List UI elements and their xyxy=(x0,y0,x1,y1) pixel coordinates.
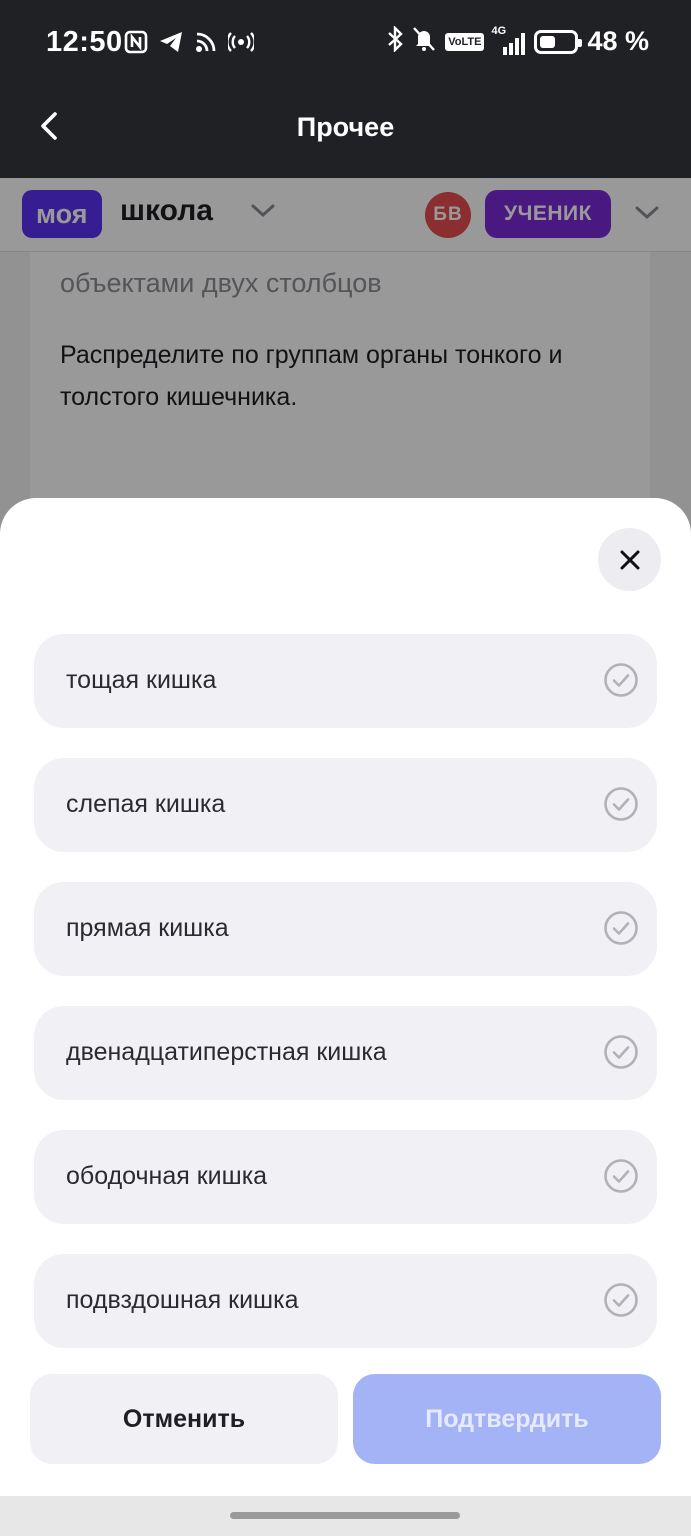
app-header: Прочее xyxy=(0,86,691,178)
option-item[interactable]: прямая кишка xyxy=(34,882,657,976)
nfc-icon xyxy=(124,30,148,59)
status-system-icons: VoLTE 4G 48 % xyxy=(387,25,649,57)
navigation-bar xyxy=(0,1496,691,1536)
confirm-button[interactable]: Подтвердить xyxy=(353,1374,661,1464)
bluetooth-icon xyxy=(387,25,403,57)
hotspot-icon xyxy=(226,30,256,59)
cancel-button[interactable]: Отменить xyxy=(30,1374,338,1464)
option-label: двенадцатиперстная кишка xyxy=(66,1038,387,1066)
option-item[interactable]: слепая кишка xyxy=(34,758,657,852)
check-circle-icon xyxy=(604,663,638,697)
option-label: тощая кишка xyxy=(66,666,217,694)
option-label: слепая кишка xyxy=(66,790,226,818)
muted-bell-icon xyxy=(412,26,436,57)
check-circle-icon xyxy=(604,1159,638,1193)
option-item[interactable]: тощая кишка xyxy=(34,634,657,728)
check-circle-icon xyxy=(604,787,638,821)
option-item[interactable]: ободочная кишка xyxy=(34,1130,657,1224)
status-time: 12:50 xyxy=(46,26,123,58)
option-item[interactable]: двенадцатиперстная кишка xyxy=(34,1006,657,1100)
option-label: подвздошная кишка xyxy=(66,1286,299,1314)
page-title: Прочее xyxy=(296,112,395,142)
close-icon xyxy=(620,550,639,569)
status-bar: 12:50 VoLTE 4G 48 % xyxy=(0,0,691,86)
bottom-sheet: тощая кишка слепая кишка прямая кишка дв… xyxy=(0,498,691,1496)
signal-icon: 4G xyxy=(491,25,526,55)
check-circle-icon xyxy=(604,911,638,945)
status-notification-icons xyxy=(124,30,256,59)
check-circle-icon xyxy=(604,1283,638,1317)
network-type-label: 4G xyxy=(491,24,507,37)
home-gesture-handle[interactable] xyxy=(230,1512,460,1519)
telegram-icon xyxy=(158,30,184,59)
check-circle-icon xyxy=(604,1035,638,1069)
cast-icon xyxy=(194,30,218,59)
battery-icon xyxy=(534,29,583,54)
volte-badge: VoLTE xyxy=(445,32,485,51)
option-label: прямая кишка xyxy=(66,914,229,942)
battery-percent: 48 % xyxy=(587,26,649,56)
option-label: ободочная кишка xyxy=(66,1162,268,1190)
close-button[interactable] xyxy=(598,528,661,591)
option-item[interactable]: подвздошная кишка xyxy=(34,1254,657,1348)
